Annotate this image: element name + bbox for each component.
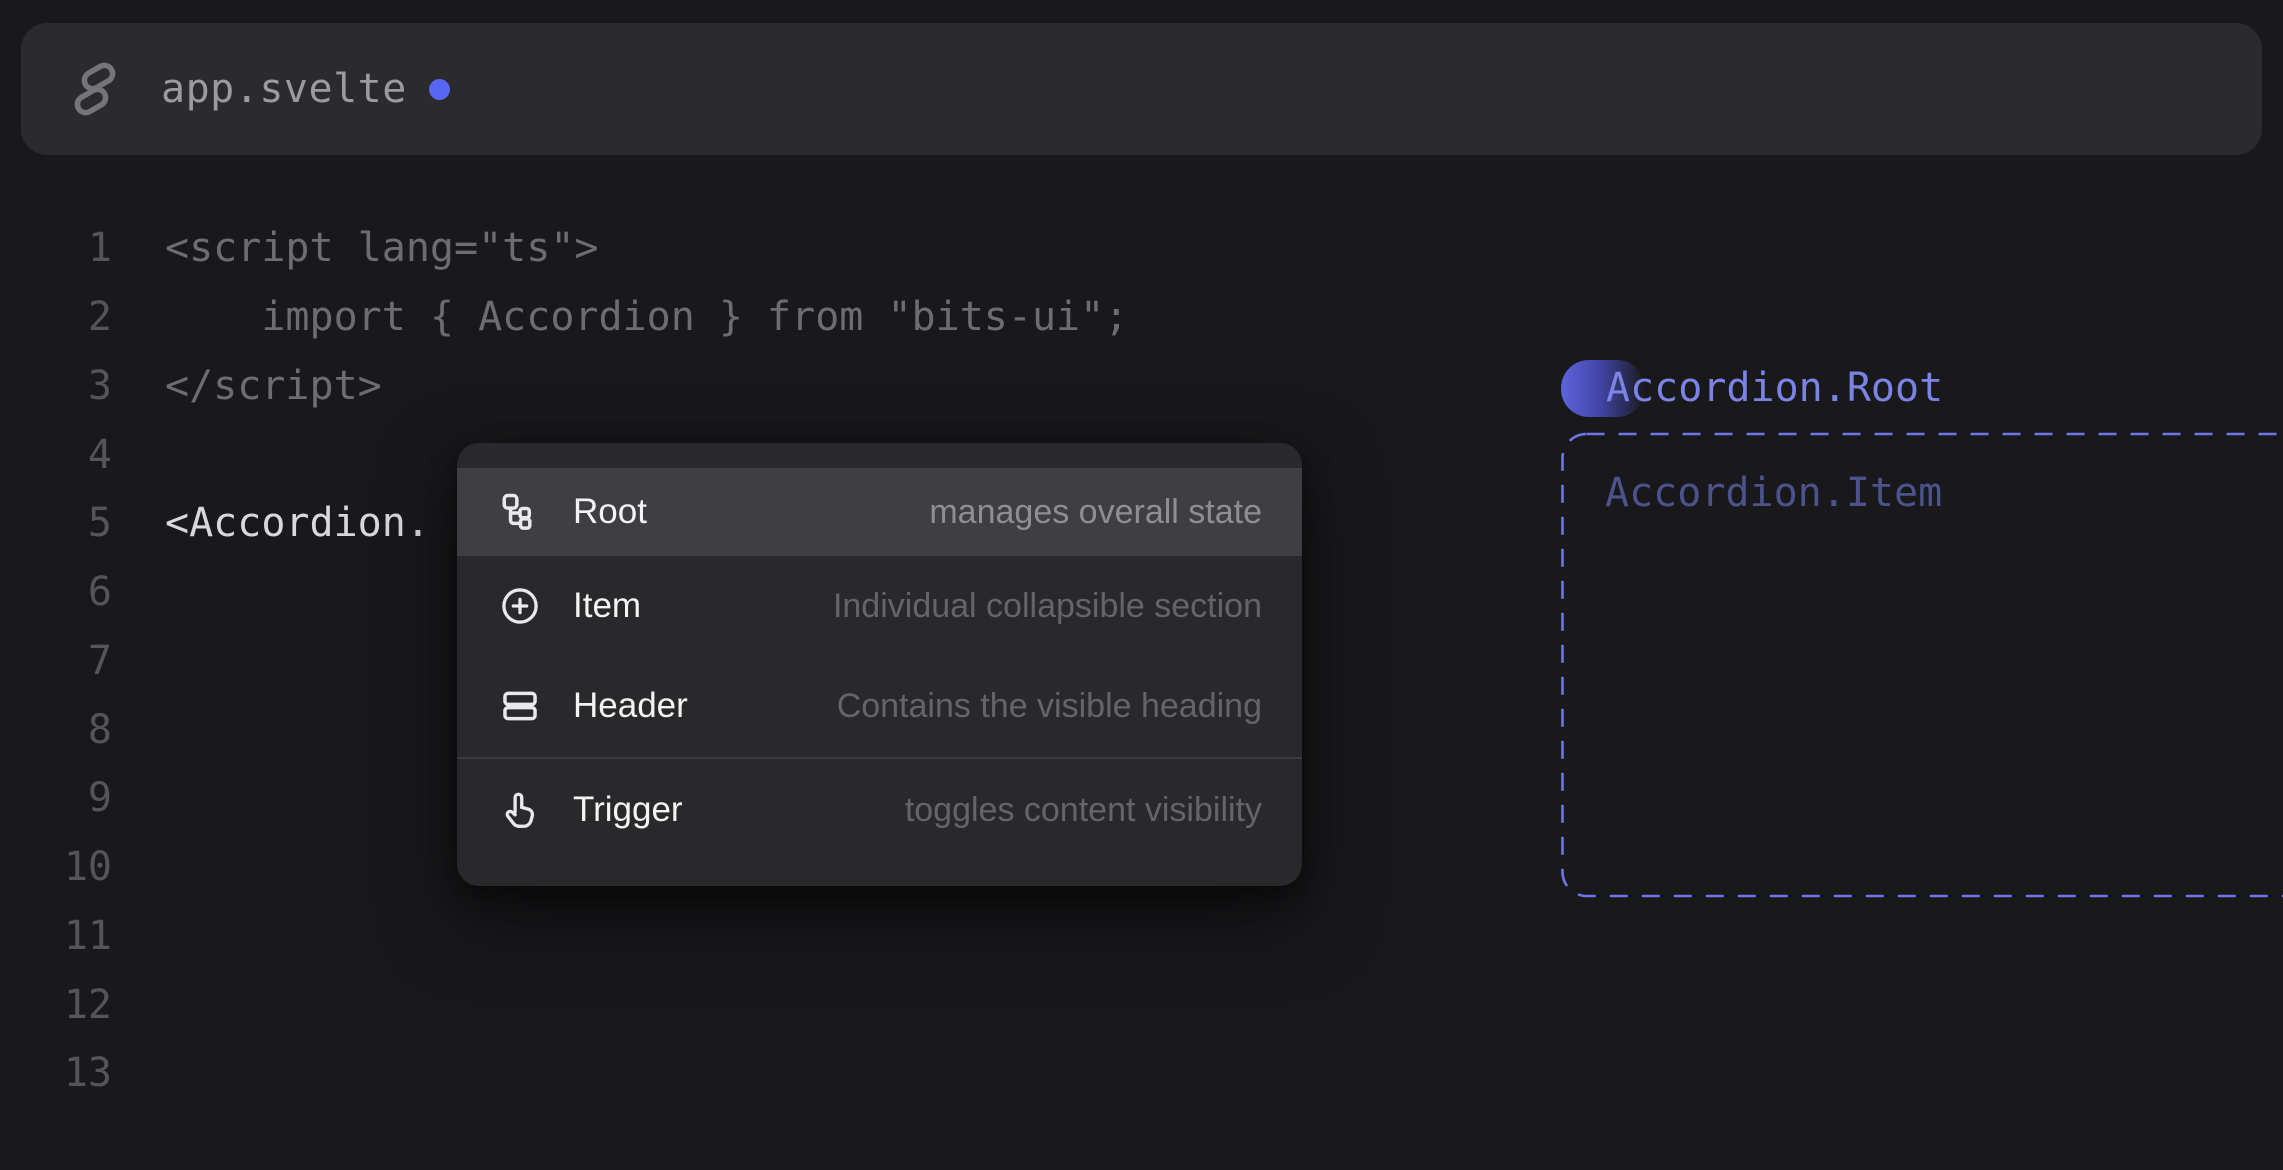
line-number: 5 [0, 500, 112, 546]
svelte-logo-icon [71, 61, 119, 117]
rows-icon [499, 685, 541, 727]
menu-item-description: Individual collapsible section [833, 587, 1262, 626]
menu-item-label: Header [573, 686, 688, 726]
menu-item-label: Trigger [573, 790, 683, 830]
menu-item-description: manages overall state [929, 493, 1262, 532]
code-line[interactable]: 12 [0, 970, 1560, 1039]
code-text: <Accordion. [165, 500, 430, 546]
pointer-hand-icon [499, 789, 541, 831]
line-number: 6 [0, 569, 112, 615]
code-line[interactable]: 1 <script lang="ts"> [0, 214, 1560, 283]
line-number: 7 [0, 638, 112, 684]
code-text: import { Accordion } from "bits-ui"; [165, 294, 1128, 340]
accordion-root-label: Accordion.Root [1606, 365, 1943, 411]
menu-divider [457, 757, 1302, 759]
line-number: 8 [0, 707, 112, 753]
menu-item-label: Root [573, 492, 647, 532]
menu-item-description: toggles content visibility [905, 791, 1262, 830]
line-number: 13 [0, 1050, 112, 1096]
accordion-item-label: Accordion.Item [1605, 470, 1942, 516]
unsaved-indicator-dot [429, 79, 450, 100]
menu-item-trigger[interactable]: Trigger toggles content visibility [457, 760, 1302, 860]
line-number: 3 [0, 363, 112, 409]
bits-ui-editor-demo: app.svelte 1 <script lang="ts"> 2 import… [0, 0, 2283, 1170]
line-number: 9 [0, 775, 112, 821]
code-text: <script lang="ts"> [165, 225, 598, 271]
circle-plus-icon [499, 585, 541, 627]
line-number: 11 [0, 913, 112, 959]
file-tab[interactable]: app.svelte [21, 23, 2262, 155]
menu-item-header[interactable]: Header Contains the visible heading [457, 656, 1302, 756]
code-line[interactable]: 13 [0, 1039, 1560, 1108]
line-number: 1 [0, 225, 112, 271]
code-text: </script> [165, 363, 382, 409]
code-line[interactable]: 2 import { Accordion } from "bits-ui"; [0, 283, 1560, 352]
menu-item-item[interactable]: Item Individual collapsible section [457, 556, 1302, 656]
line-number: 4 [0, 432, 112, 478]
line-number: 10 [0, 844, 112, 890]
line-number: 12 [0, 982, 112, 1028]
autocomplete-menu: Root manages overall state Item Individu… [457, 443, 1302, 886]
code-line[interactable]: 3 </script> [0, 352, 1560, 421]
tree-icon [499, 491, 541, 533]
menu-item-root[interactable]: Root manages overall state [457, 468, 1302, 556]
menu-item-label: Item [573, 586, 641, 626]
file-name: app.svelte [161, 66, 407, 112]
menu-item-description: Contains the visible heading [837, 687, 1262, 726]
code-line[interactable]: 11 [0, 902, 1560, 971]
line-number: 2 [0, 294, 112, 340]
